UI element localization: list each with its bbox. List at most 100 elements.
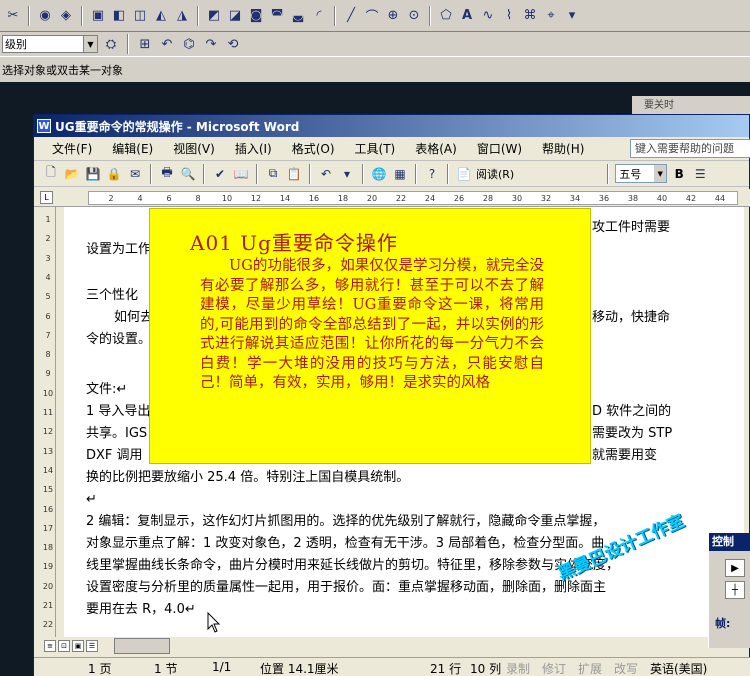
font-size-select[interactable]: 五号 ▼	[615, 164, 668, 183]
chevron-down-icon[interactable]: ▼	[654, 165, 667, 182]
menu-file[interactable]: 文件(F)	[52, 140, 92, 157]
curve-icon[interactable]: ⌇	[500, 7, 518, 25]
pocket-icon[interactable]: ◚	[268, 7, 286, 25]
status-extend[interactable]: 扩展	[578, 660, 602, 676]
doc-line-fragment: D 软件之间的	[592, 404, 672, 419]
status-overtype[interactable]: 改写	[614, 660, 638, 676]
read-icon[interactable]: 📄	[455, 165, 473, 183]
normal-view-icon[interactable]: ≡	[44, 640, 56, 652]
hole-icon[interactable]: ◪	[226, 7, 244, 25]
status-track-changes[interactable]: 修订	[542, 660, 566, 676]
line-icon[interactable]: ╱	[342, 7, 360, 25]
reset-icon[interactable]: ⟲	[224, 35, 242, 53]
filter-select[interactable]: 级别 ▼	[2, 35, 98, 53]
web-view-icon[interactable]: ⊡	[58, 640, 70, 652]
vruler-tick-label: 18	[42, 543, 54, 553]
copy-icon[interactable]: ⧉	[264, 165, 282, 183]
dropdown-icon[interactable]: ▾	[338, 165, 356, 183]
menu-format[interactable]: 格式(O)	[292, 140, 335, 157]
ruler-tick-label: 12	[250, 194, 262, 203]
save-icon[interactable]: 💾	[84, 165, 102, 183]
email-icon[interactable]: ✉	[126, 165, 144, 183]
redo-icon[interactable]: ↷	[202, 35, 220, 53]
project-icon[interactable]: ⌖	[542, 7, 560, 25]
folder-icon[interactable]: ▣	[89, 7, 107, 25]
vruler-tick-label: 11	[42, 408, 54, 417]
polygon-icon[interactable]: ⬠	[437, 7, 455, 25]
vruler-tick-label: 3	[45, 253, 51, 263]
menu-edit[interactable]: 编辑(E)	[112, 140, 153, 157]
arc-icon[interactable]: ⌒	[363, 7, 381, 25]
doc-line: ↵	[86, 492, 97, 507]
status-record[interactable]: 录制	[506, 660, 530, 676]
menu-help[interactable]: 帮助(H)	[542, 140, 584, 157]
tab-selector-icon[interactable]: L	[40, 191, 53, 204]
boss-icon[interactable]: ◙	[247, 7, 265, 25]
frame-label: 帧:	[715, 617, 731, 630]
offset-icon[interactable]: ⌘	[521, 7, 539, 25]
permission-icon[interactable]: 🔒	[105, 165, 123, 183]
shade-icon[interactable]: ◈	[57, 7, 75, 25]
toolbar-separator	[127, 34, 129, 54]
menu-tools[interactable]: 工具(T)	[355, 140, 396, 157]
circle-icon[interactable]: ⊕	[384, 7, 402, 25]
boolean-icon[interactable]: ◩	[205, 7, 223, 25]
menu-table[interactable]: 表格(A)	[415, 140, 457, 157]
horizontal-ruler[interactable]: L 2 4 6 8 10 12 14 16 18 20 22 24 26 28 30 32 34 36 38 40 42…	[34, 189, 750, 207]
vruler-tick-label: 19	[42, 562, 54, 572]
play-icon[interactable]: ▶	[725, 559, 745, 577]
research-icon[interactable]: 📖	[232, 165, 250, 183]
tube-icon[interactable]: ◮	[173, 7, 191, 25]
chevron-down-icon[interactable]: ▼	[83, 36, 97, 52]
selection-filter-icon[interactable]: ⛭	[102, 35, 120, 53]
undo-icon[interactable]: ↶	[158, 35, 176, 53]
spline-icon[interactable]: ∿	[479, 7, 497, 25]
print-preview-icon[interactable]: 🔍	[179, 165, 197, 183]
cone-icon[interactable]: ◭	[152, 7, 170, 25]
menu-insert[interactable]: 插入(I)	[235, 140, 272, 157]
vruler-tick-label: 10	[42, 388, 54, 398]
horizontal-scrollbar-thumb[interactable]	[114, 638, 170, 654]
undo-icon[interactable]: ↶	[317, 165, 335, 183]
toolbar-separator	[447, 163, 449, 184]
vruler-tick-label: 7	[45, 330, 51, 340]
slider-handle-icon[interactable]: ┼	[725, 581, 745, 599]
read-button[interactable]: 阅读(R)	[476, 166, 514, 182]
print-layout-icon[interactable]: ▣	[72, 640, 84, 652]
spelling-icon[interactable]: ✔	[211, 165, 229, 183]
doc-line: 对象显示重点了解：1 改变对象色，2 透明，检查有无干涉。3 局部着色，检查分型…	[86, 536, 605, 551]
menu-window[interactable]: 窗口(W)	[477, 140, 522, 157]
toolbar-separator	[203, 163, 205, 184]
slot-icon[interactable]: ◜	[310, 7, 328, 25]
block-icon[interactable]: ◧	[110, 7, 128, 25]
status-page-of: 1/1	[212, 660, 232, 674]
cylinder-icon[interactable]: ◫	[131, 7, 149, 25]
vertical-ruler[interactable]: 1 2 3 4 5 6 7 8 9 10 11 12 13 14 15 16 17 18 19 20 21 22	[40, 207, 56, 637]
print-icon[interactable]: 🖶	[158, 165, 176, 183]
toolbar-separator	[607, 163, 610, 184]
new-document-icon[interactable]: 🗋	[42, 165, 60, 183]
ruler-scale: 2 4 6 8 10 12 14 16 18 20 22 24 26 28 30 32 34 36 38 40 42 44	[88, 191, 738, 205]
doc-line: 三个性化	[86, 288, 139, 303]
help-icon[interactable]: ?	[423, 165, 441, 183]
cut-icon[interactable]: ✂	[4, 7, 22, 25]
point-icon[interactable]: ⊙	[405, 7, 423, 25]
paste-icon[interactable]: 📋	[285, 165, 303, 183]
table-icon[interactable]: ▦	[391, 165, 409, 183]
status-section: 1 节	[154, 662, 178, 676]
view-icon[interactable]: ◉	[36, 7, 54, 25]
align-left-icon[interactable]: ☰	[691, 165, 709, 183]
pad-icon[interactable]: ◛	[289, 7, 307, 25]
open-folder-icon[interactable]: 📂	[63, 165, 81, 183]
hyperlink-icon[interactable]: 🌐	[370, 165, 388, 183]
bold-button[interactable]: B	[670, 165, 688, 183]
ruler-tick-label: 30	[511, 194, 523, 203]
menu-view[interactable]: 视图(V)	[173, 140, 215, 157]
help-search-input[interactable]: 键入需要帮助的问题	[630, 139, 750, 158]
outline-view-icon[interactable]: ☰	[86, 640, 98, 652]
dropdown-icon[interactable]: ▾	[563, 7, 581, 25]
measure-icon[interactable]: ⌬	[180, 35, 198, 53]
text-icon[interactable]: A	[458, 7, 476, 25]
doc-line: 令的设置。	[86, 332, 152, 347]
snap-point-icon[interactable]: ⊞	[136, 35, 154, 53]
